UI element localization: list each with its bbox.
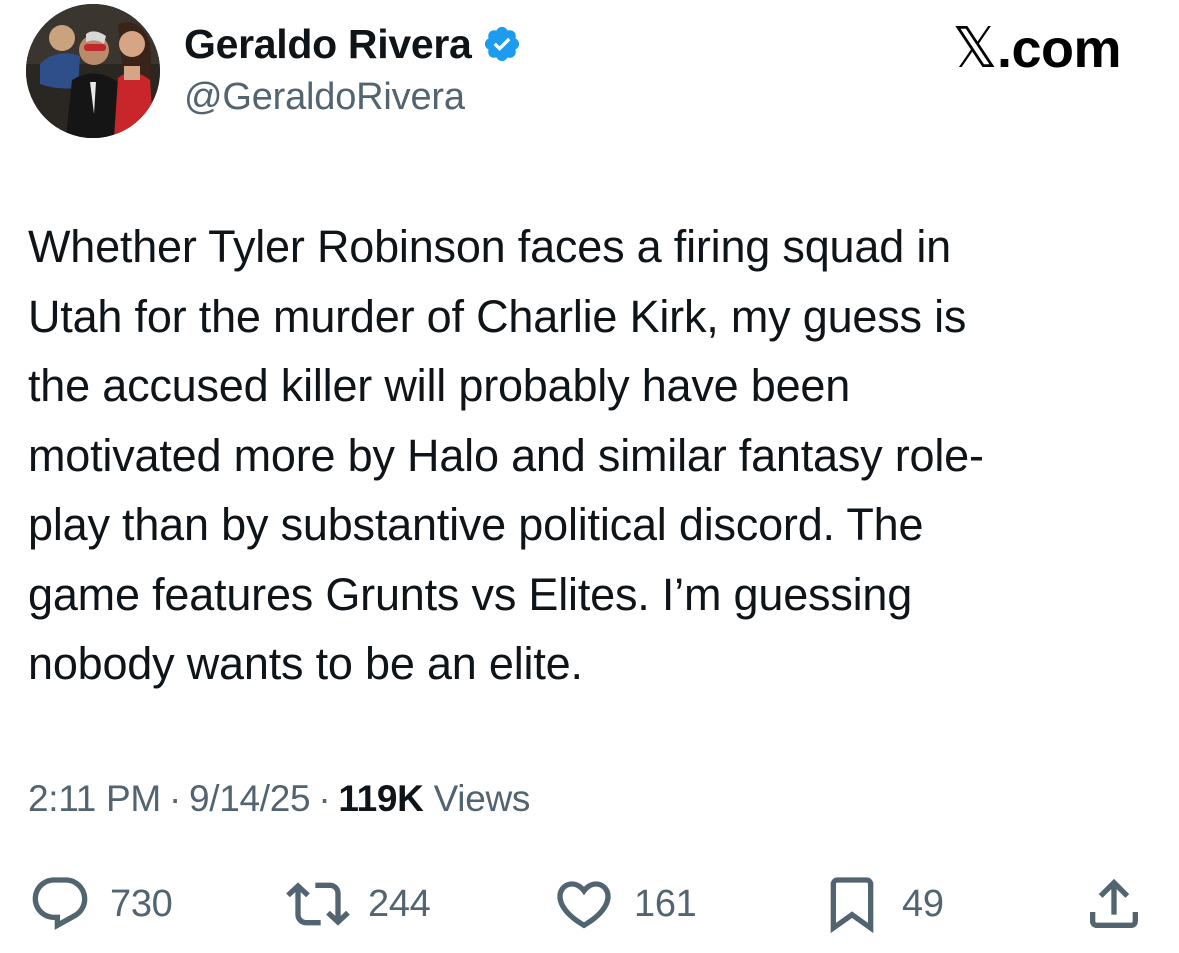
tweet-time[interactable]: 2:11 PM <box>28 778 161 820</box>
avatar[interactable] <box>26 4 160 138</box>
meta-separator: · <box>318 778 331 819</box>
x-logo-icon: 𝕏 <box>952 16 997 81</box>
views-count: 119K <box>338 778 424 819</box>
like-count: 161 <box>634 882 697 925</box>
name-row: Geraldo Rivera <box>184 18 522 70</box>
site-logo-text: .com <box>996 18 1122 79</box>
author-handle[interactable]: @GeraldoRivera <box>184 76 522 119</box>
like-icon <box>557 881 611 929</box>
like-button[interactable]: 161 <box>552 872 697 936</box>
reply-count: 730 <box>110 882 173 925</box>
tweet-date[interactable]: 9/14/25 <box>189 778 311 820</box>
repost-button[interactable]: 244 <box>286 872 431 936</box>
tweet-card: Geraldo Rivera @GeraldoRivera 𝕏 .com Whet… <box>0 0 1179 953</box>
share-icon <box>1090 878 1138 928</box>
share-button[interactable] <box>1082 872 1146 936</box>
author-display-name[interactable]: Geraldo Rivera <box>184 21 472 68</box>
repost-count: 244 <box>368 882 431 925</box>
meta-separator: · <box>168 778 181 819</box>
views-label: Views <box>433 778 531 819</box>
tweet-text: Whether Tyler Robinson faces a firing sq… <box>28 221 984 689</box>
avatar-photo <box>26 4 160 138</box>
site-logo: 𝕏 .com <box>952 16 1121 81</box>
action-bar: 730 244 161 49 <box>0 872 1179 936</box>
repost-icon <box>286 882 350 926</box>
reply-icon <box>32 877 88 930</box>
author-block: Geraldo Rivera @GeraldoRivera <box>184 18 522 119</box>
verified-badge-icon <box>482 24 522 64</box>
reply-button[interactable]: 730 <box>28 872 173 936</box>
bookmark-icon <box>830 877 874 934</box>
tweet-meta: 2:11 PM · 9/14/25 · 119K Views <box>28 778 530 820</box>
bookmark-button[interactable]: 49 <box>820 872 944 936</box>
bookmark-count: 49 <box>902 882 944 925</box>
